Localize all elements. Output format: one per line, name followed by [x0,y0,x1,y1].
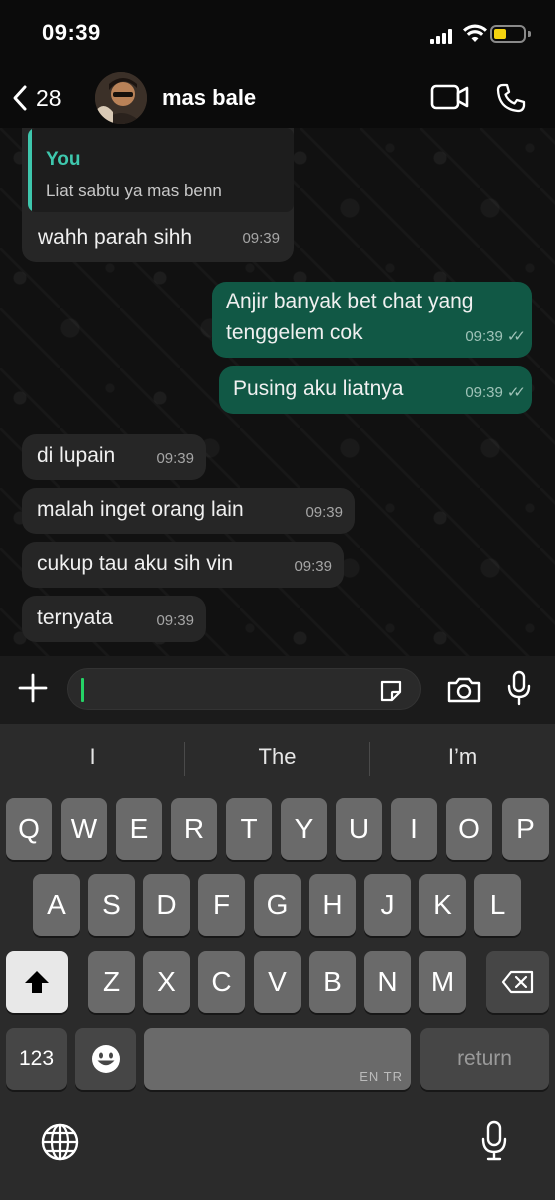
quote-text: Liat sabtu ya mas benn [46,181,222,200]
message-outgoing[interactable]: Pusing aku liatnya 09:39 ✓✓ [219,366,532,414]
text-caret [81,678,84,702]
contact-name[interactable]: mas bale [162,85,256,111]
key-k[interactable]: K [419,874,466,936]
status-bar: 09:39 [0,0,555,70]
message-incoming[interactable]: You Liat sabtu ya mas benn wahh parah si… [22,128,294,262]
keyboard: I The I’m Q W E R T Y U I O P A S D F G … [0,724,555,1200]
message-composer [0,656,555,724]
microphone-icon[interactable] [507,670,531,706]
key-o[interactable]: O [446,798,492,860]
key-v[interactable]: V [254,951,301,1013]
status-time: 09:39 [42,20,101,45]
message-text: wahh parah sihh [38,226,193,249]
message-time: 09:39 [156,612,194,629]
key-u[interactable]: U [336,798,382,860]
quote-author: You [46,149,81,170]
plus-icon[interactable] [17,672,49,704]
message-text: cukup tau aku sih vin [37,552,234,575]
message-outgoing[interactable]: Anjir banyak bet chat yang tenggelem cok… [212,282,532,358]
message-time: 09:39 [294,558,332,575]
read-receipt-icon: ✓✓ [506,328,526,345]
key-g[interactable]: G [254,874,301,936]
key-e[interactable]: E [116,798,162,860]
key-p[interactable]: P [502,798,549,860]
battery-tip [528,31,531,37]
key-n[interactable]: N [364,951,411,1013]
space-key[interactable]: EN TR [144,1028,411,1090]
emoji-icon [91,1045,120,1073]
video-call-icon[interactable] [430,84,470,110]
suggestion-3[interactable]: I’m [370,744,555,770]
message-incoming[interactable]: ternyata 09:39 [22,596,206,642]
key-r[interactable]: R [171,798,217,860]
globe-icon[interactable] [40,1122,80,1162]
numbers-key[interactable]: 123 [6,1028,67,1090]
suggestion-1[interactable]: I [0,744,185,770]
message-incoming[interactable]: malah inget orang lain 09:39 [22,488,355,534]
message-time: 09:39 [465,328,503,345]
battery-icon [490,25,526,43]
key-c[interactable]: C [198,951,245,1013]
dictation-microphone-icon[interactable] [480,1120,508,1162]
backspace-key[interactable] [486,951,549,1013]
message-incoming[interactable]: di lupain 09:39 [22,434,206,480]
avatar[interactable] [95,72,147,124]
sticker-icon[interactable] [378,678,404,704]
back-chevron-icon [13,85,27,111]
key-d[interactable]: D [143,874,190,936]
key-w[interactable]: W [61,798,107,860]
backspace-icon [501,970,533,994]
shift-key[interactable] [6,951,68,1013]
predictive-bar: I The I’m [0,724,555,792]
chat-header: 28 mas bale [0,70,555,128]
key-l[interactable]: L [474,874,521,936]
key-q[interactable]: Q [6,798,52,860]
key-i[interactable]: I [391,798,437,860]
message-text-line: Anjir banyak bet chat yang [226,290,474,313]
shift-icon [25,971,49,993]
read-receipt-icon: ✓✓ [506,384,526,401]
chat-messages[interactable]: You Liat sabtu ya mas benn wahh parah si… [0,128,555,656]
quote-accent-bar [28,128,32,212]
key-j[interactable]: J [364,874,411,936]
key-h[interactable]: H [309,874,356,936]
key-y[interactable]: Y [281,798,327,860]
key-s[interactable]: S [88,874,135,936]
message-incoming[interactable]: cukup tau aku sih vin 09:39 [22,542,344,588]
message-input[interactable] [67,668,421,710]
message-time: 09:39 [465,384,503,401]
message-time: 09:39 [242,230,280,247]
emoji-key[interactable] [75,1028,136,1090]
message-meta: 09:39 ✓✓ [465,377,526,408]
suggestion-2[interactable]: The [185,744,370,770]
message-meta: 09:39 ✓✓ [465,321,526,352]
phone-icon[interactable] [495,82,527,114]
reply-quote[interactable]: You Liat sabtu ya mas benn [28,128,294,212]
key-a[interactable]: A [33,874,80,936]
key-t[interactable]: T [226,798,272,860]
message-time: 09:39 [156,450,194,467]
message-text: malah inget orang lain [37,498,244,521]
back-button[interactable]: 28 [12,78,62,118]
cellular-signal-icon [430,28,454,44]
key-b[interactable]: B [309,951,356,1013]
key-m[interactable]: M [419,951,466,1013]
return-key[interactable]: return [420,1028,549,1090]
battery-level [494,29,506,39]
wifi-icon [463,24,487,42]
key-z[interactable]: Z [88,951,135,1013]
language-hint: EN TR [359,1069,403,1084]
key-f[interactable]: F [198,874,245,936]
message-time: 09:39 [305,504,343,521]
unread-count: 28 [36,84,62,111]
avatar-photo [95,72,147,124]
camera-icon[interactable] [446,676,482,704]
key-x[interactable]: X [143,951,190,1013]
